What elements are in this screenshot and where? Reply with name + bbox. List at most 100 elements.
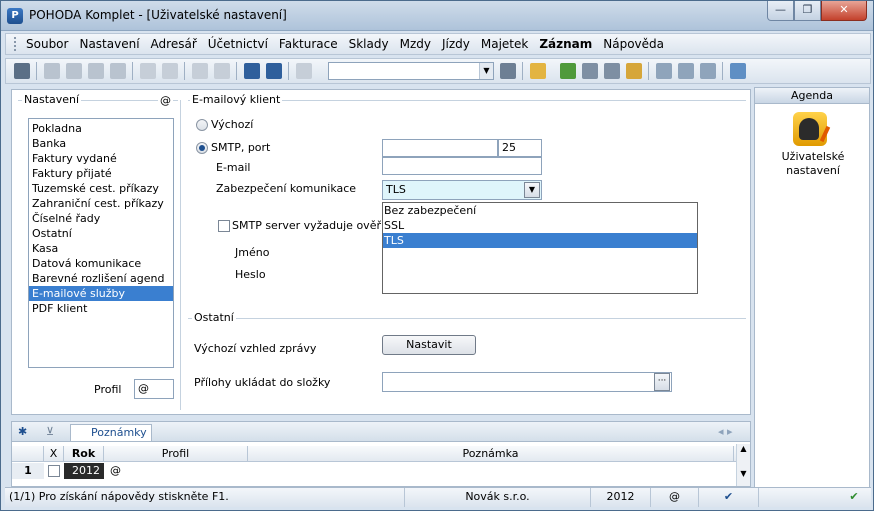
menu-soubor[interactable]: Soubor [26,37,68,51]
person-icon [799,118,819,140]
menu-mzdy[interactable]: Mzdy [400,37,431,51]
save-icon[interactable] [244,63,260,79]
browse-folder-button[interactable]: ··· [654,373,670,391]
agenda-panel: Agenda Uživatelské nastavení [754,87,870,491]
settings-at-label: @ [158,94,173,107]
new-record-icon[interactable] [44,63,60,79]
list-item[interactable]: Kasa [29,241,173,256]
scroll-down-icon[interactable]: ▼ [737,469,750,478]
pohoda-logo-icon: P [7,8,23,24]
close-button[interactable]: ✕ [821,1,867,21]
exit-agenda-icon[interactable] [14,63,30,79]
row-checkbox[interactable] [48,465,60,477]
list-item[interactable]: Tuzemské cest. příkazy [29,181,173,196]
cell-poznamka[interactable] [252,463,732,479]
list-item[interactable]: Ostatní [29,226,173,241]
attachments-folder-input[interactable] [382,372,672,392]
menu-napoveda[interactable]: Nápověda [603,37,664,51]
profil-field[interactable]: @ [134,379,174,399]
tools-icon[interactable] [730,63,746,79]
toolbar-separator [236,62,237,80]
note-icon[interactable] [700,63,716,79]
smtp-port-input[interactable]: 25 [498,139,542,157]
column-header-x[interactable]: X [44,446,64,462]
list-icon[interactable] [678,63,694,79]
calculator-icon[interactable] [582,63,598,79]
edit-record-icon[interactable] [88,63,104,79]
quick-search-combo[interactable]: ▼ [328,62,494,80]
dropdown-option-selected[interactable]: TLS [383,233,697,248]
history-dropdown-icon[interactable] [214,63,230,79]
checkmark-icon[interactable] [162,63,178,79]
delete-record-icon[interactable] [110,63,126,79]
grid-scrollbar[interactable]: ▲ ▼ [736,444,750,486]
user-settings-icon[interactable] [793,112,831,146]
save-all-icon[interactable] [266,63,282,79]
status-check-icon: ✔ [699,488,759,507]
chevron-down-icon[interactable]: ▼ [524,182,540,198]
tab-notes[interactable]: Poznámky [70,424,152,441]
column-header-poznamka[interactable]: Poznámka [248,446,734,462]
list-item[interactable]: Zahraniční cest. příkazy [29,196,173,211]
scroll-up-icon[interactable]: ▲ [737,444,750,453]
minimize-button[interactable]: — [767,1,794,21]
back-arrow-icon[interactable] [192,63,208,79]
tab-nav-arrows-icon[interactable]: ◂ ▸ [718,424,733,441]
maximize-button[interactable]: ❐ [794,1,821,21]
cell-rok[interactable]: 2012 [64,463,104,479]
dropdown-option[interactable]: SSL [383,218,697,233]
column-header-rok[interactable]: Rok [64,446,104,462]
security-select[interactable]: TLS [382,180,542,200]
list-item[interactable]: Banka [29,136,173,151]
smtp-radio[interactable] [196,142,208,154]
menu-sklady[interactable]: Sklady [349,37,389,51]
list-item[interactable]: Datová komunikace [29,256,173,271]
message-icon[interactable] [656,63,672,79]
email-client-group-label: E-mailový klient [190,93,283,106]
records-grid-panel: ✱ ⊻ Poznámky ◂ ▸ X Rok Profil Poznámka 1… [11,421,751,487]
email-input[interactable] [382,157,542,175]
security-dropdown-list[interactable]: Bez zabezpečení SSL TLS [382,202,698,294]
menu-jizdy[interactable]: Jízdy [442,37,470,51]
table-row[interactable]: 1 2012 @ [12,463,736,479]
all-records-tab-icon[interactable]: ✱ [18,424,27,441]
list-item-selected[interactable]: E-mailové služby [29,286,173,301]
set-button[interactable]: Nastavit [382,335,476,355]
column-header-profil[interactable]: Profil [104,446,248,462]
filter-icon[interactable] [500,63,516,79]
coins-icon[interactable] [626,63,642,79]
list-item[interactable]: Barevné rozlišení agend [29,271,173,286]
menu-grip-icon[interactable] [14,37,18,51]
profil-label: Profil [94,383,122,396]
copy-record-icon[interactable] [66,63,82,79]
document-icon[interactable] [140,63,156,79]
money-icon[interactable] [560,63,576,79]
smtp-host-input[interactable] [382,139,498,157]
chevron-down-icon[interactable]: ▼ [479,63,493,79]
list-item[interactable]: PDF klient [29,301,173,316]
agenda-item-label[interactable]: Uživatelské nastavení [765,150,861,178]
toolbar-separator [184,62,185,80]
security-label: Zabezpečení komunikace [216,182,357,195]
cell-profil[interactable]: @ [110,463,240,479]
list-item[interactable]: Faktury vydané [29,151,173,166]
settings-list[interactable]: Pokladna Banka Faktury vydané Faktury př… [28,118,174,368]
menu-adresar[interactable]: Adresář [151,37,197,51]
default-client-radio[interactable] [196,119,208,131]
menu-fakturace[interactable]: Fakturace [279,37,338,51]
menu-majetek[interactable]: Majetek [481,37,528,51]
filter-tab-icon[interactable]: ⊻ [46,424,54,441]
folder-icon[interactable] [530,63,546,79]
menu-ucetnictvi[interactable]: Účetnictví [208,37,268,51]
list-item[interactable]: Faktury přijaté [29,166,173,181]
list-item[interactable]: Číselné řady [29,211,173,226]
duplicate-icon[interactable] [296,63,312,79]
smtp-auth-checkbox[interactable] [218,220,230,232]
menu-zaznam[interactable]: Záznam [539,37,592,51]
table-icon[interactable] [604,63,620,79]
menu-nastaveni[interactable]: Nastavení [79,37,139,51]
row-number-header [12,446,44,462]
dropdown-option[interactable]: Bez zabezpečení [383,203,697,218]
status-company: Novák s.r.o. [405,488,591,507]
list-item[interactable]: Pokladna [29,121,173,136]
